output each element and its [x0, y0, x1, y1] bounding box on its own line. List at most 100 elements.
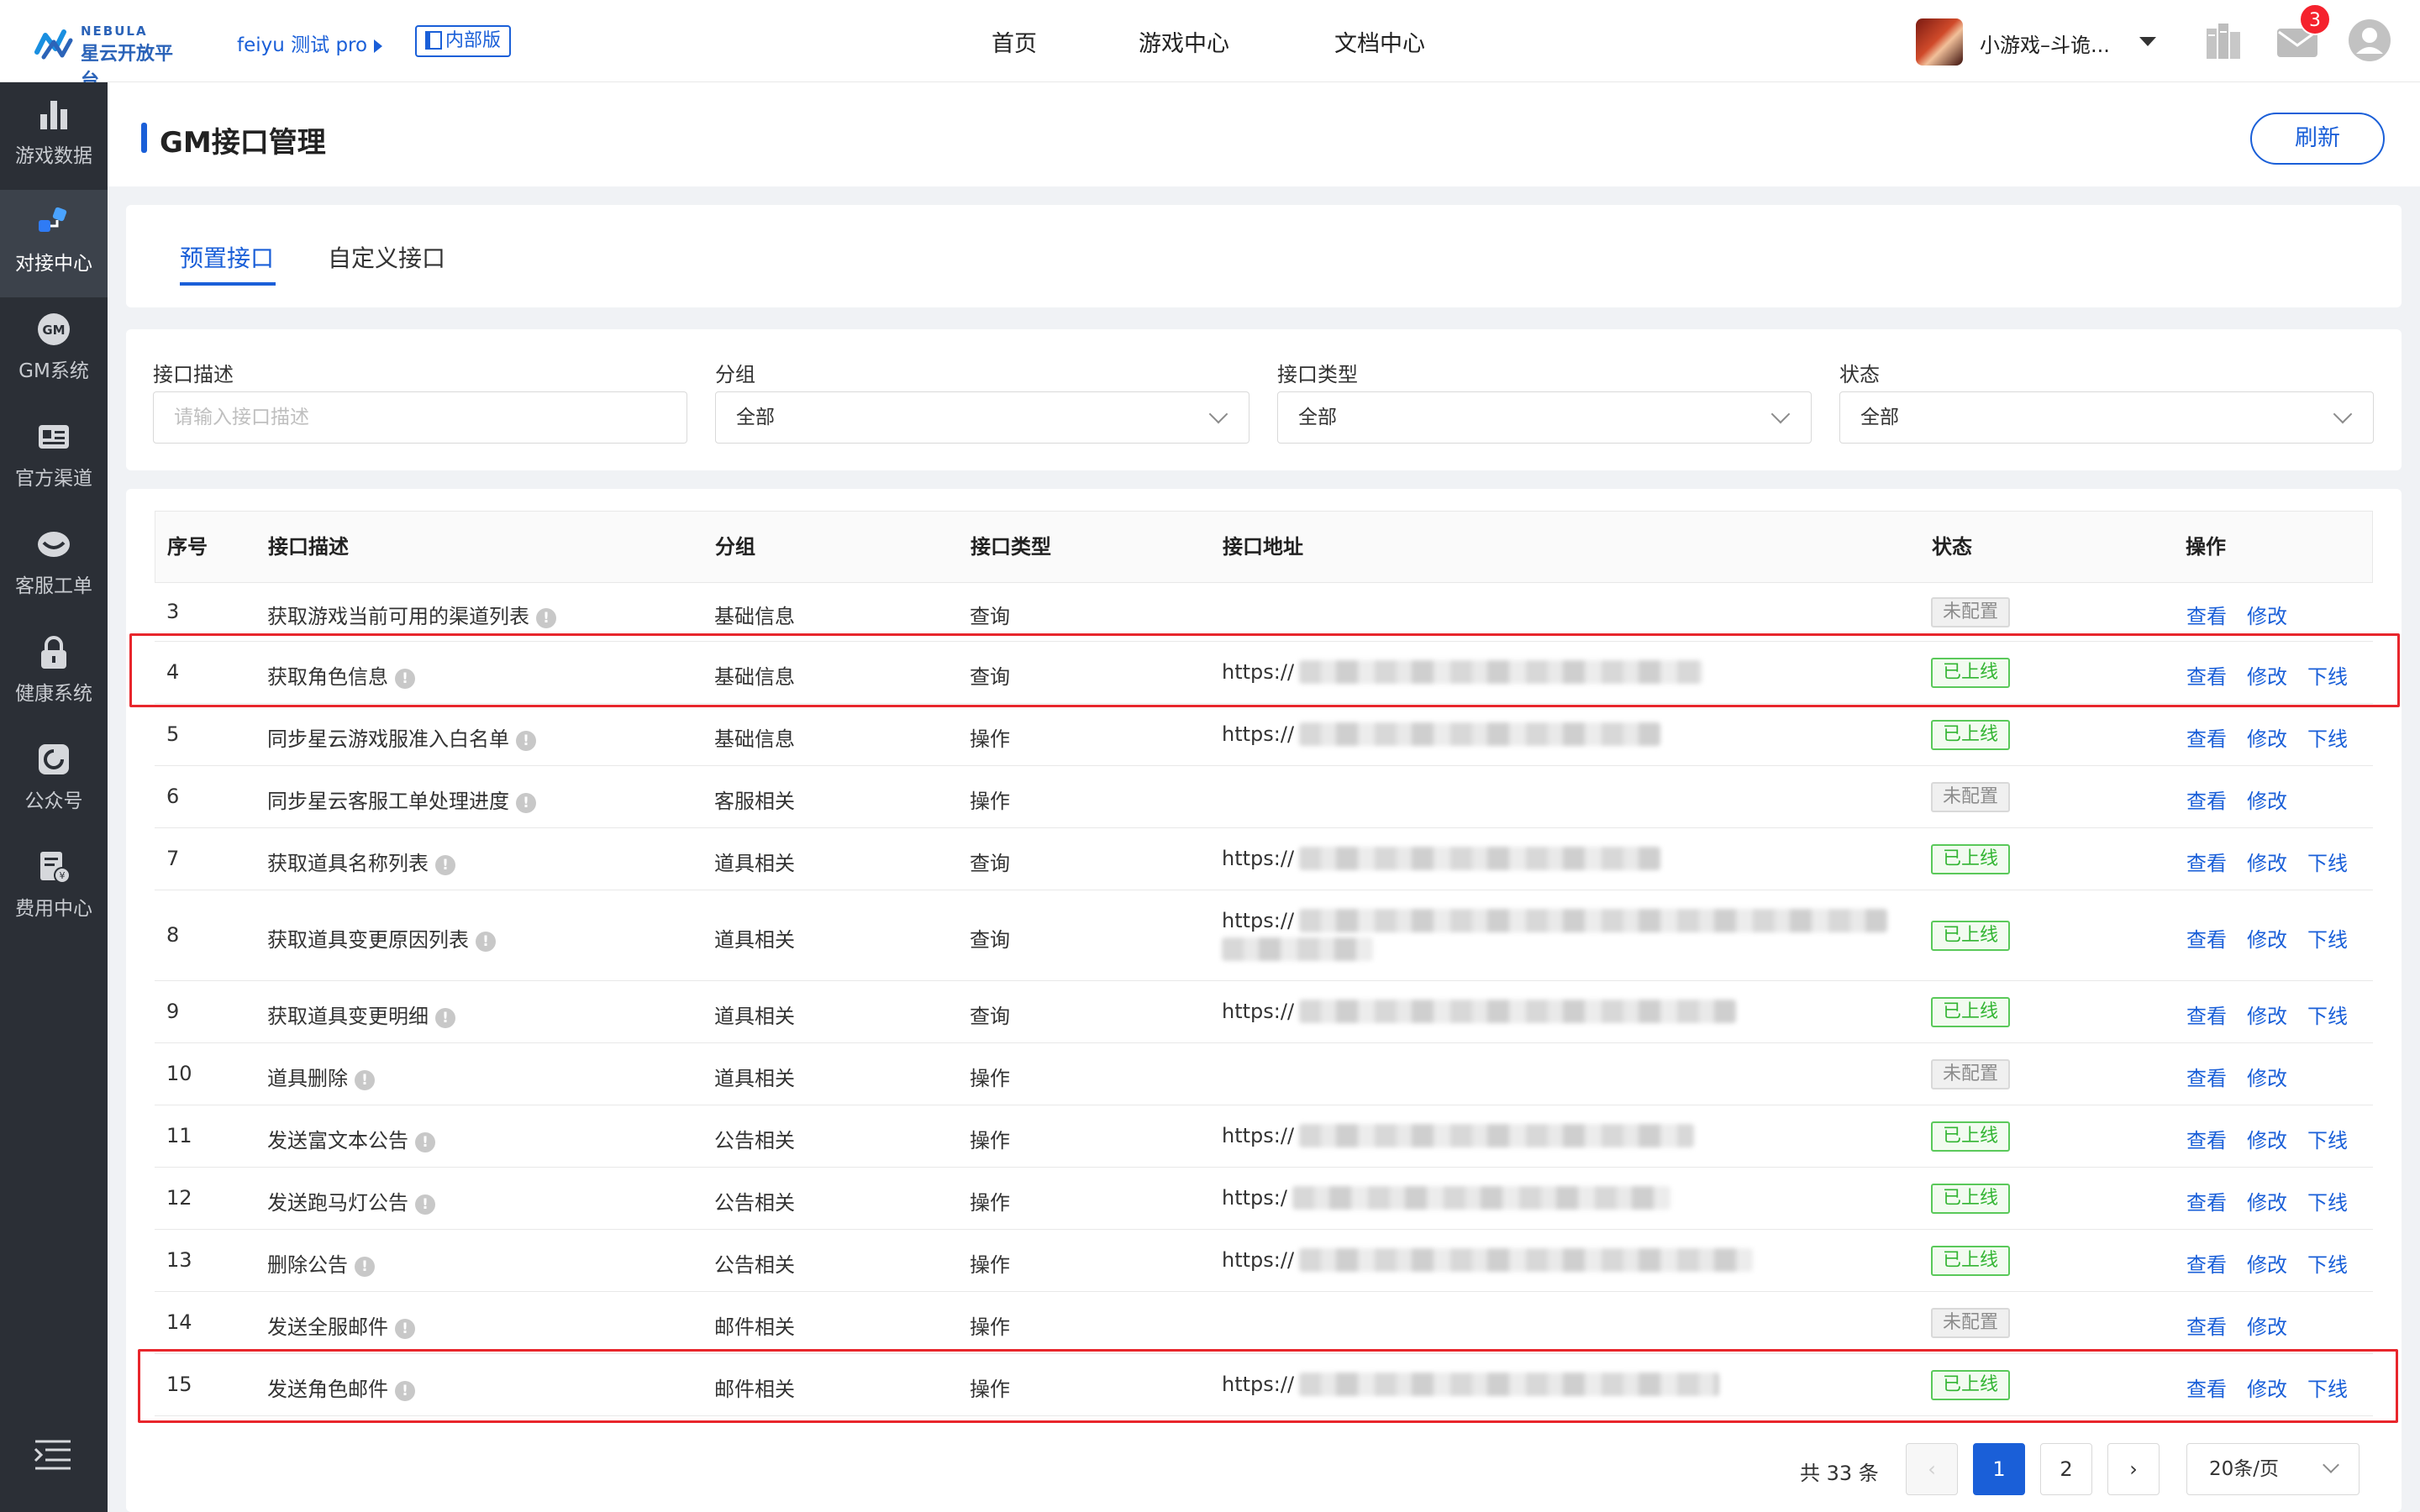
page-2-button[interactable]: 2	[2040, 1443, 2092, 1495]
offline-link[interactable]: 下线	[2307, 923, 2348, 953]
view-link[interactable]: 查看	[2186, 847, 2227, 876]
next-page-button[interactable]: ›	[2107, 1443, 2160, 1495]
group-select[interactable]: 全部	[715, 391, 1249, 444]
view-link[interactable]: 查看	[2186, 785, 2227, 814]
table-header: 序号 接口描述 分组 接口类型 接口地址 状态 操作	[155, 511, 2373, 583]
status-tag: 未配置	[1931, 1308, 2011, 1338]
sidebar-item-label: 健康系统	[15, 683, 92, 705]
edit-link[interactable]: 修改	[2247, 1062, 2287, 1091]
total-count: 共 33 条	[1800, 1462, 1879, 1485]
view-link[interactable]: 查看	[2186, 722, 2227, 752]
sidebar-item-integration-center[interactable]: 对接中心	[0, 190, 108, 297]
row-group: 道具相关	[714, 1005, 795, 1028]
edit-link[interactable]: 修改	[2247, 1248, 2287, 1278]
info-icon[interactable]: !	[415, 1132, 435, 1152]
info-icon[interactable]: !	[395, 1319, 415, 1339]
sidebar-item-billing-center[interactable]: ¥ 费用中心	[0, 835, 108, 942]
info-icon[interactable]: !	[516, 793, 536, 813]
prev-page-button[interactable]: ‹	[1906, 1443, 1958, 1495]
offline-link[interactable]: 下线	[2307, 1124, 2348, 1153]
page-size-value: 20条/页	[2209, 1458, 2280, 1480]
edit-link[interactable]: 修改	[2247, 923, 2287, 953]
nebula-logo[interactable]: NEBULA 星云开放平台	[34, 20, 185, 92]
description-search-input[interactable]: 请输入接口描述	[153, 391, 687, 444]
pagination: 共 33 条 ‹ 1 2 › 20条/页	[126, 1438, 2402, 1505]
row-type: 查询	[970, 852, 1010, 875]
table-row: 9 获取道具变更明细! 道具相关 查询 https:// 已上线 查看 修改 下线	[155, 981, 2373, 1043]
offline-link[interactable]: 下线	[2307, 722, 2348, 752]
edit-link[interactable]: 修改	[2247, 847, 2287, 876]
docs-book-icon[interactable]	[2203, 20, 2244, 62]
view-link[interactable]: 查看	[2186, 923, 2227, 953]
view-link[interactable]: 查看	[2186, 1062, 2227, 1091]
page-size-select[interactable]: 20条/页	[2186, 1443, 2360, 1495]
offline-link[interactable]: 下线	[2307, 1186, 2348, 1215]
sidebar-item-official-channel[interactable]: 官方渠道	[0, 405, 108, 512]
sidebar-item-label: 公众号	[24, 790, 83, 812]
collapse-menu-icon[interactable]	[34, 1438, 72, 1472]
offline-link[interactable]: 下线	[2307, 1248, 2348, 1278]
status-select[interactable]: 全部	[1839, 391, 2374, 444]
edit-link[interactable]: 修改	[2247, 600, 2287, 629]
nav-game-center[interactable]: 游戏中心	[1139, 25, 1229, 58]
sidebar-item-gm-system[interactable]: GM GM系统	[0, 297, 108, 405]
page-1-button[interactable]: 1	[1973, 1443, 2025, 1495]
nav-home[interactable]: 首页	[992, 25, 1037, 58]
row-type: 操作	[970, 1067, 1010, 1090]
description-text: 发送跑马灯公告	[267, 1191, 408, 1215]
row-description: 获取游戏当前可用的渠道列表!	[267, 600, 556, 629]
sidebar-item-official-account[interactable]: 公众号	[0, 727, 108, 835]
row-url: https://	[1222, 1124, 1695, 1147]
tab-custom-interfaces[interactable]: 自定义接口	[328, 240, 445, 274]
sidebar-item-health-system[interactable]: 健康系统	[0, 620, 108, 727]
type-select[interactable]: 全部	[1277, 391, 1812, 444]
sidebar-item-customer-service[interactable]: 客服工单	[0, 512, 108, 620]
edit-link[interactable]: 修改	[2247, 1310, 2287, 1340]
nav-doc-center[interactable]: 文档中心	[1334, 25, 1425, 58]
column-header-description: 接口描述	[268, 535, 349, 559]
row-group: 公告相关	[714, 1253, 795, 1277]
description-text: 发送全服邮件	[267, 1315, 388, 1339]
offline-link[interactable]: 下线	[2307, 1000, 2348, 1029]
info-icon[interactable]: !	[355, 1070, 375, 1090]
refresh-button[interactable]: 刷新	[2250, 113, 2385, 165]
table-row: 13 删除公告! 公告相关 操作 https:// 已上线 查看 修改 下线	[155, 1230, 2373, 1292]
row-number: 13	[166, 1248, 192, 1272]
row-number: 8	[166, 923, 180, 947]
info-icon[interactable]: !	[536, 608, 556, 628]
edit-link[interactable]: 修改	[2247, 722, 2287, 752]
edit-link[interactable]: 修改	[2247, 1124, 2287, 1153]
sidebar-item-game-data[interactable]: 游戏数据	[0, 82, 108, 190]
row-url: https://	[1222, 1000, 1737, 1023]
edit-link[interactable]: 修改	[2247, 1186, 2287, 1215]
status-badge: 未配置	[1931, 1059, 2011, 1089]
game-avatar	[1916, 18, 1963, 66]
edit-link[interactable]: 修改	[2247, 785, 2287, 814]
chevron-down-icon	[1208, 404, 1228, 424]
user-avatar-icon[interactable]	[2348, 18, 2391, 62]
view-link[interactable]: 查看	[2186, 1248, 2227, 1278]
edit-link[interactable]: 修改	[2247, 1000, 2287, 1029]
view-link[interactable]: 查看	[2186, 600, 2227, 629]
row-group: 公告相关	[714, 1191, 795, 1215]
view-link[interactable]: 查看	[2186, 1124, 2227, 1153]
table-row: 8 获取道具变更原因列表! 道具相关 查询 https:// 已上线 查看 修改 下线	[155, 890, 2373, 981]
info-icon[interactable]: !	[435, 855, 455, 875]
status-tag: 未配置	[1931, 597, 2011, 627]
view-link[interactable]: 查看	[2186, 1310, 2227, 1340]
info-icon[interactable]: !	[415, 1194, 435, 1215]
project-switcher[interactable]: feiyu 测试 pro	[237, 29, 383, 57]
table-row: 12 发送跑马灯公告! 公告相关 操作 https:/ 已上线 查看 修改 下线	[155, 1168, 2373, 1230]
view-link[interactable]: 查看	[2186, 1000, 2227, 1029]
info-icon[interactable]: !	[435, 1008, 455, 1028]
official-account-icon	[39, 744, 69, 774]
offline-link[interactable]: 下线	[2307, 847, 2348, 876]
info-icon[interactable]: !	[476, 932, 496, 952]
status-tag: 未配置	[1931, 782, 2011, 812]
row-url: https://	[1222, 847, 1661, 870]
view-link[interactable]: 查看	[2186, 1186, 2227, 1215]
tab-preset-interfaces[interactable]: 预置接口	[180, 240, 274, 274]
table-row: 11 发送富文本公告! 公告相关 操作 https:// 已上线 查看 修改 下线	[155, 1105, 2373, 1168]
info-icon[interactable]: !	[355, 1257, 375, 1277]
info-icon[interactable]: !	[516, 731, 536, 751]
